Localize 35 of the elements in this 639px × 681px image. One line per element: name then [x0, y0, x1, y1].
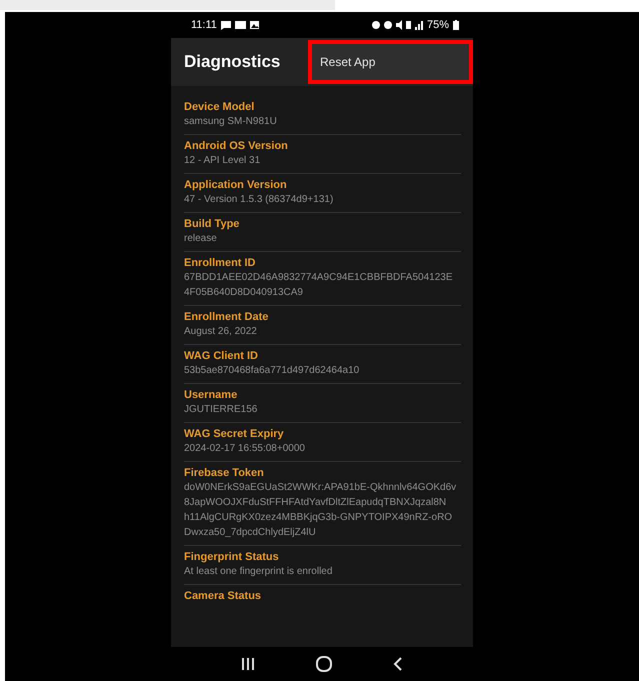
field-value: 47 - Version 1.5.3 (86374d9+131) — [184, 193, 334, 207]
field-label: Android OS Version — [184, 139, 289, 153]
message-icon — [220, 20, 231, 30]
field-value: doW0NErkS9aEGUaSt2WWKr:APA91bE-Qkhnnlv64GOKd6v 8JapWOOJXFduStFFHFAtdYavfDltZlEapudqTBNXJqzal8N h11AlgCURgKX0zez4MBBKjqG3b-GNPYTOIPX49nRZ-oRO Dwxza50_7dpcdChlydEljZ4lU — [184, 481, 456, 540]
battery-percent: 75% — [426, 18, 449, 33]
field-label: Application Version — [184, 178, 288, 192]
home-icon[interactable] — [316, 656, 332, 672]
field-value: JGUTIERRE156 — [184, 403, 258, 417]
field-label: Enrollment Date — [184, 310, 270, 324]
field-value: release — [184, 232, 217, 246]
field-label: Username — [184, 388, 238, 402]
field-label: WAG Secret Expiry — [184, 427, 285, 441]
reset-app-button[interactable]: Reset App — [308, 40, 473, 84]
field-value: 53b5ae870468fa6a771d497d62464a10 — [184, 364, 360, 378]
signal-icon — [414, 20, 423, 30]
field-value: samsung SM-N981U — [184, 115, 277, 129]
field-value: 12 - API Level 31 — [184, 154, 260, 168]
field-value: 67BDD1AEE02D46A9832774A9C94E1CBBFBDFA504123E 4F05B640D8D040913CA9 — [184, 271, 453, 300]
field-label: WAG Client ID — [184, 349, 259, 363]
field-value: 2024-02-17 16:55:08+0000 — [184, 442, 305, 456]
recents-icon[interactable] — [241, 657, 256, 671]
image-icon — [250, 21, 259, 29]
field-value: August 26, 2022 — [184, 325, 257, 339]
field-value: At least one fingerprint is enrolled — [184, 565, 332, 579]
field-label: Camera Status — [184, 589, 262, 603]
field-label: Build Type — [184, 217, 240, 231]
field-label: Enrollment ID — [184, 256, 257, 270]
field-label: Firebase Token — [184, 466, 265, 480]
field-label: Fingerprint Status — [184, 550, 280, 564]
status-time: 11:11 — [191, 18, 217, 33]
mute-icon — [396, 20, 402, 30]
battery-icon — [453, 20, 459, 30]
back-icon[interactable] — [392, 657, 403, 671]
field-label: Device Model — [184, 100, 256, 114]
screen-title: Diagnostics — [184, 51, 282, 74]
